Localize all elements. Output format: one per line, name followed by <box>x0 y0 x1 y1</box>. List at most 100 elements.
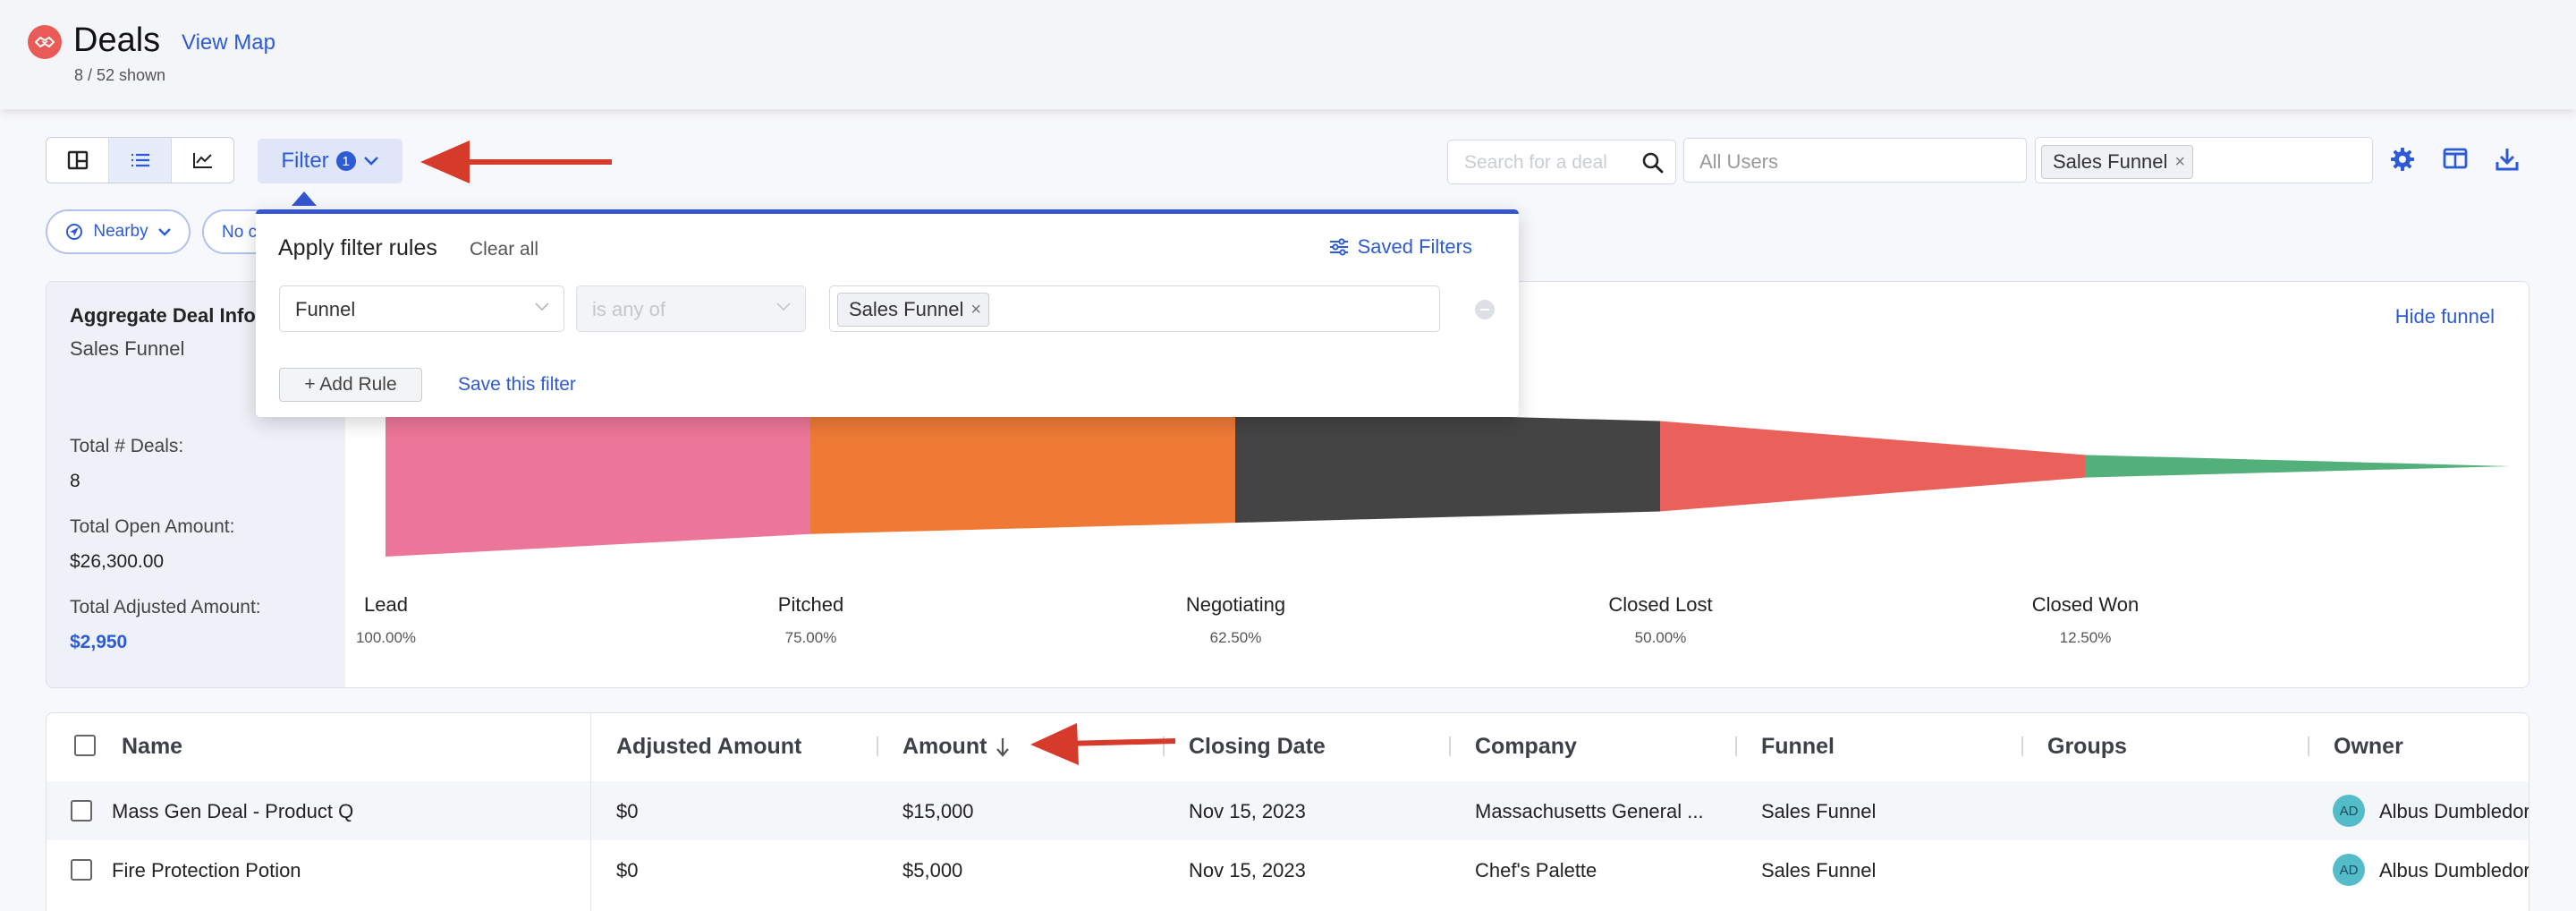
column-header-owner[interactable]: Owner <box>2334 734 2403 760</box>
stage-percent: 100.00% <box>355 629 417 646</box>
funnel-segment-negotiating[interactable] <box>1235 409 1660 524</box>
columns-layout-icon[interactable] <box>2443 147 2468 170</box>
filter-popover: Apply filter rules Clear all Saved Filte… <box>256 209 1519 417</box>
deal-search-input[interactable] <box>1464 151 1634 175</box>
funnel-chip: Sales Funnel × <box>2041 145 2194 179</box>
column-separator[interactable] <box>877 736 878 756</box>
deals-table: Name Adjusted Amount Amount Closing Date… <box>46 712 2529 911</box>
chart-view-button[interactable] <box>172 138 233 183</box>
stage-name: Pitched <box>777 593 844 616</box>
rule-field-select[interactable]: Funnel <box>279 285 564 332</box>
sliders-icon <box>1329 238 1348 256</box>
popover-title: Apply filter rules <box>278 235 437 260</box>
owner-name[interactable]: Albus Dumbledore <box>2379 800 2529 823</box>
funnel-segment-closed-lost[interactable] <box>1660 421 2085 512</box>
users-select[interactable]: All Users <box>1683 138 2027 183</box>
saved-filters-label: Saved Filters <box>1357 235 1472 258</box>
funnel-stage-label: Lead 100.00% <box>279 593 494 647</box>
deals-logo-icon <box>28 25 62 59</box>
company[interactable]: Massachusetts General ... <box>1475 800 1704 823</box>
rule-operator-select[interactable]: is any of <box>576 285 806 332</box>
column-header-name[interactable]: Name <box>122 734 182 760</box>
rule-field-value: Funnel <box>295 298 356 320</box>
annotation-arrow-icon <box>420 140 612 183</box>
rule-value-chip-label: Sales Funnel <box>849 298 964 320</box>
list-view-icon <box>131 153 149 167</box>
chevron-down-icon <box>363 157 378 166</box>
company[interactable]: Chef's Palette <box>1475 859 1597 882</box>
column-separator[interactable] <box>2021 736 2023 756</box>
funnel-stage-label: Negotiating 62.50% <box>1129 593 1343 647</box>
sort-descending-icon[interactable] <box>995 736 1011 758</box>
funnel: Sales Funnel <box>1761 800 1877 822</box>
column-header-funnel[interactable]: Funnel <box>1761 734 1835 760</box>
table-row[interactable]: Mass Gen Deal - Product Q $0 $15,000 Nov… <box>47 781 2529 840</box>
owner-name[interactable]: Albus Dumbledore <box>2379 859 2529 882</box>
stage-name: Negotiating <box>1185 593 1286 616</box>
closing-date: Nov 15, 2023 <box>1189 859 1306 881</box>
funnel-segment-pitched[interactable] <box>810 398 1235 534</box>
stage-name: Closed Won <box>2031 593 2140 616</box>
clear-all-button[interactable]: Clear all <box>470 239 538 260</box>
save-filter-button[interactable]: Save this filter <box>458 374 576 396</box>
column-divider <box>590 713 591 911</box>
settings-gear-icon[interactable] <box>2390 147 2415 172</box>
nearby-filter-button[interactable]: Nearby <box>46 209 191 254</box>
column-header-closing-date[interactable]: Closing Date <box>1189 734 1326 760</box>
amount: $5,000 <box>902 859 963 881</box>
add-rule-button[interactable]: + Add Rule <box>279 368 422 402</box>
stage-percent: 62.50% <box>1209 629 1262 646</box>
annotation-arrow-icon <box>1030 723 1176 765</box>
deal-name[interactable]: Mass Gen Deal - Product Q <box>112 800 353 823</box>
download-icon[interactable] <box>2495 147 2520 172</box>
funnel-stage-label: Closed Lost 50.00% <box>1554 593 1768 647</box>
funnel-chip-label: Sales Funnel <box>2053 150 2168 173</box>
stage-name: Closed Lost <box>1608 593 1713 616</box>
line-chart-icon <box>192 153 212 168</box>
rule-value-chip: Sales Funnel × <box>837 293 990 327</box>
chevron-down-icon <box>776 302 791 311</box>
adjusted-amount: $0 <box>616 859 639 881</box>
rule-value-select[interactable]: Sales Funnel × <box>829 285 1440 332</box>
column-header-adjusted-amount[interactable]: Adjusted Amount <box>616 734 801 760</box>
funnel-segment-closed-won[interactable] <box>2085 455 2510 478</box>
popover-caret <box>292 192 317 206</box>
deal-name[interactable]: Fire Protection Potion <box>112 859 301 882</box>
funnel-stage-label: Pitched 75.00% <box>704 593 919 647</box>
close-icon[interactable]: × <box>970 301 981 319</box>
remove-rule-icon[interactable] <box>1475 300 1495 319</box>
column-separator[interactable] <box>1449 736 1451 756</box>
view-map-link[interactable]: View Map <box>182 30 275 55</box>
search-icon[interactable] <box>1641 151 1665 175</box>
close-icon[interactable]: × <box>2174 153 2185 171</box>
column-header-groups[interactable]: Groups <box>2047 734 2127 760</box>
filter-button[interactable]: Filter 1 <box>258 139 402 183</box>
select-all-checkbox[interactable] <box>74 735 96 756</box>
avatar: AD <box>2333 854 2365 886</box>
table-row[interactable]: Fire Protection Potion $0 $5,000 Nov 15,… <box>47 840 2529 899</box>
funnel: Sales Funnel <box>1761 859 1877 881</box>
amount: $15,000 <box>902 800 974 822</box>
adjusted-amount: $0 <box>616 800 639 822</box>
view-mode-toggle <box>46 137 234 183</box>
avatar: AD <box>2333 795 2365 827</box>
filter-label: Filter <box>281 149 329 173</box>
column-header-company[interactable]: Company <box>1475 734 1577 760</box>
board-view-button[interactable] <box>47 138 109 183</box>
list-view-button[interactable] <box>109 138 172 183</box>
funnel-stage-label: Closed Won 12.50% <box>1979 593 2193 647</box>
column-separator[interactable] <box>2308 736 2309 756</box>
rule-operator-value: is any of <box>592 298 665 320</box>
column-header-amount[interactable]: Amount <box>902 734 987 760</box>
nearby-label: Nearby <box>93 222 148 241</box>
row-checkbox[interactable] <box>71 859 92 881</box>
row-checkbox[interactable] <box>71 800 92 822</box>
funnel-select[interactable]: Sales Funnel × <box>2035 137 2373 183</box>
table-header: Name Adjusted Amount Amount Closing Date… <box>47 713 2529 779</box>
saved-filters-button[interactable]: Saved Filters <box>1329 235 1472 259</box>
stage-name: Lead <box>364 593 408 616</box>
page-title: Deals <box>73 21 161 59</box>
column-separator[interactable] <box>1735 736 1737 756</box>
stage-percent: 50.00% <box>1634 629 1687 646</box>
column-header-amount-label: Amount <box>902 734 987 759</box>
